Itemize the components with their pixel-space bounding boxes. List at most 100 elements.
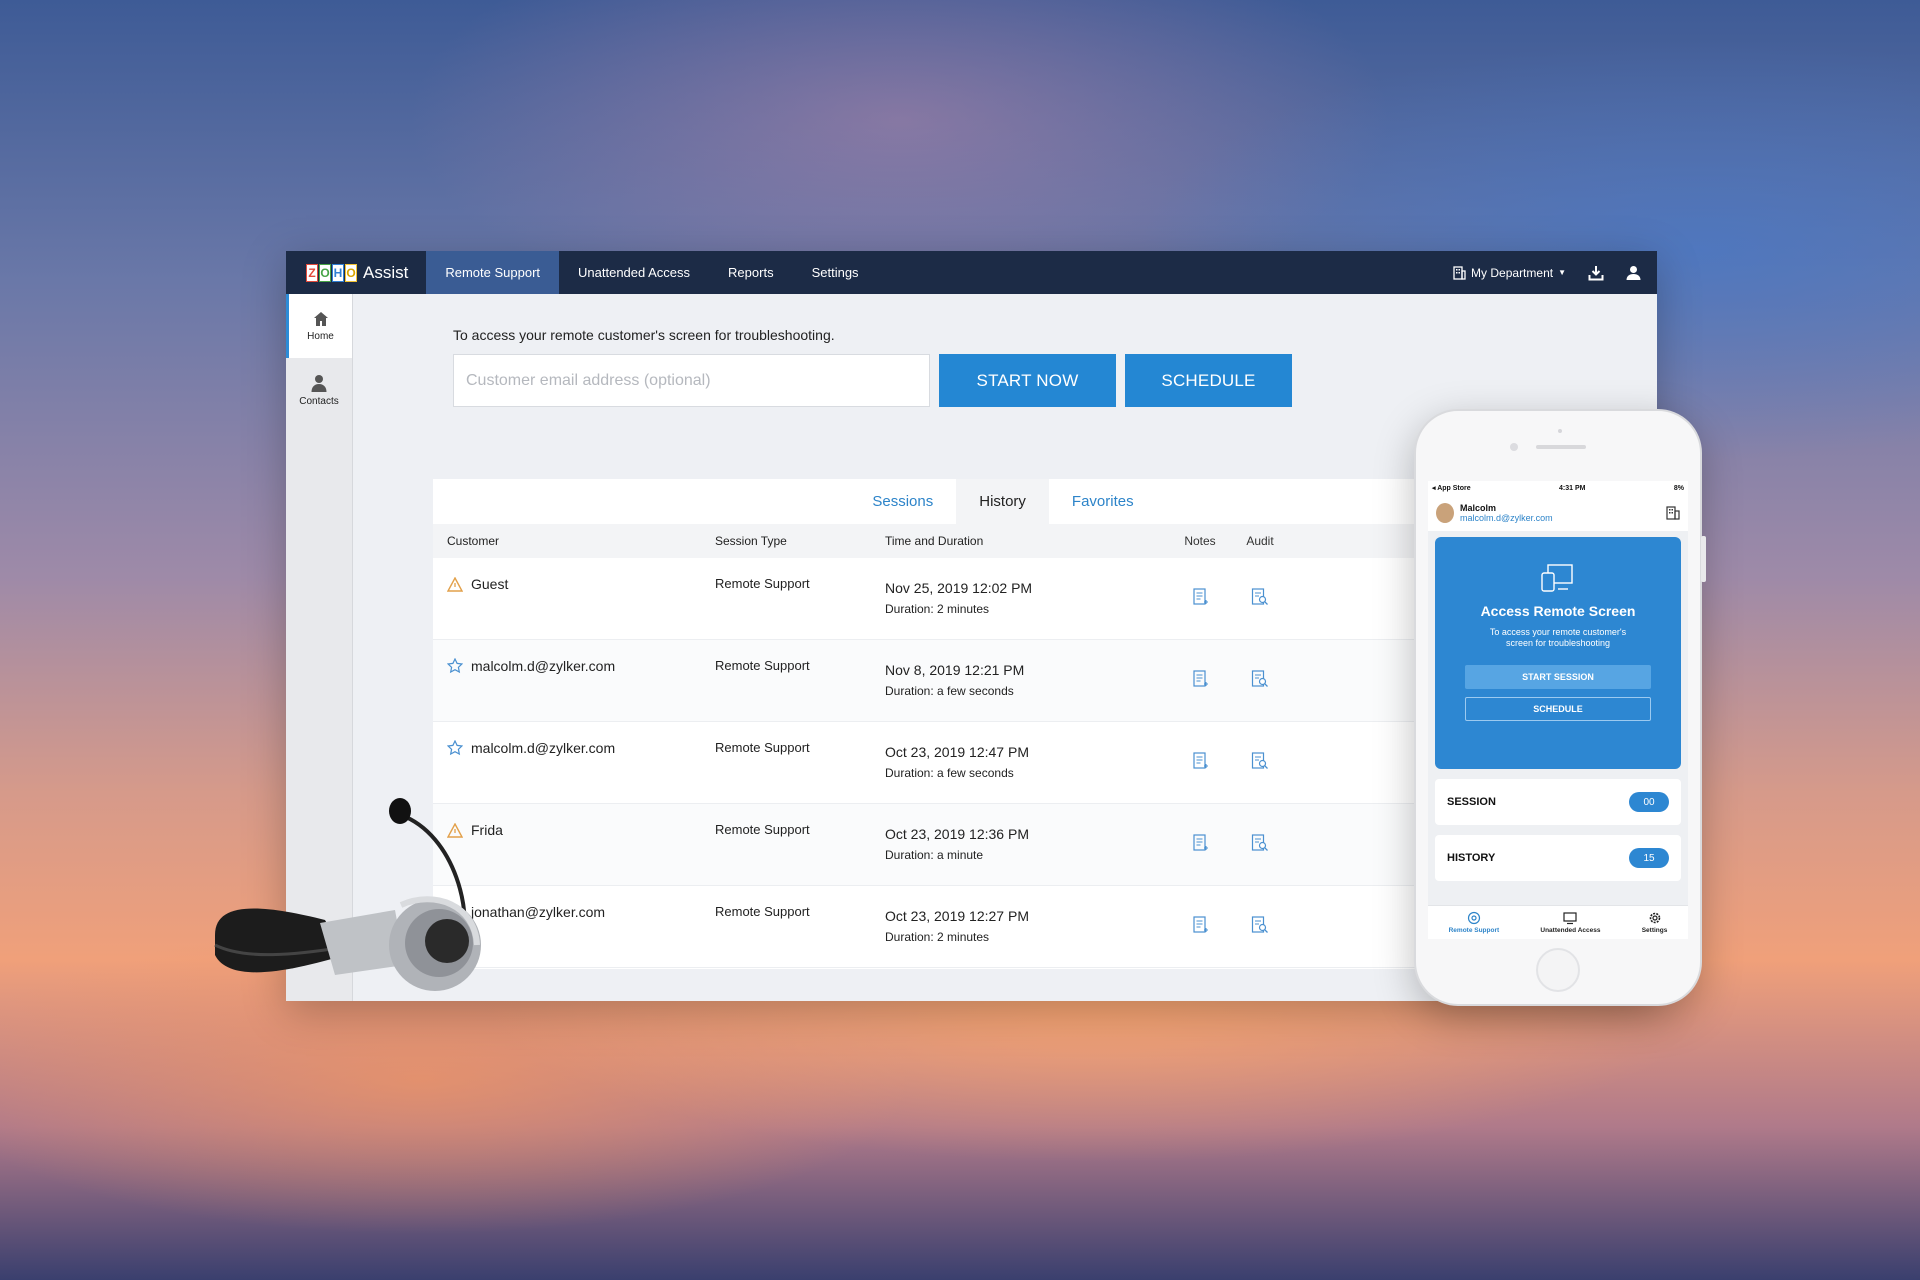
phone-tab-settings[interactable]: Settings xyxy=(1641,911,1668,934)
customer-name[interactable]: jonathan@zylker.com xyxy=(471,904,605,920)
table-row[interactable]: malcolm.d@zylker.com Remote Support Oct … xyxy=(433,722,1443,804)
phone-sensor xyxy=(1558,429,1562,433)
sidebar-item-contacts[interactable]: Contacts xyxy=(286,358,352,422)
phone-user-email: malcolm.d@zylker.com xyxy=(1460,513,1553,523)
sessions-panel: Sessions History Favorites Customer Sess… xyxy=(433,479,1443,969)
phone-tab-label: Settings xyxy=(1641,927,1668,934)
star-icon[interactable] xyxy=(447,740,463,756)
avatar[interactable] xyxy=(1436,503,1454,523)
phone-screen: ◂ App Store 4:31 PM 8% Malcolm malcolm.d… xyxy=(1428,481,1688,939)
nav-remote-support[interactable]: Remote Support xyxy=(426,251,560,294)
session-label: SESSION xyxy=(1447,796,1496,808)
notes-icon[interactable] xyxy=(1192,670,1208,688)
audit-icon[interactable] xyxy=(1251,670,1269,688)
notes-icon[interactable] xyxy=(1192,752,1208,770)
table-row[interactable]: Frida Remote Support Oct 23, 2019 12:36 … xyxy=(433,804,1443,886)
nav-reports[interactable]: Reports xyxy=(709,251,793,294)
top-nav-bar: Z O H O Assist Remote Support Unattended… xyxy=(286,251,1657,294)
sidebar-item-label: Home xyxy=(307,330,334,342)
table-row[interactable]: malcolm.d@zylker.com Remote Support Nov … xyxy=(433,640,1443,722)
schedule-button[interactable]: SCHEDULE xyxy=(1125,354,1292,407)
start-now-button[interactable]: START NOW xyxy=(939,354,1116,407)
customer-name[interactable]: Guest xyxy=(471,576,508,592)
warning-icon xyxy=(447,576,463,592)
phone-home-button[interactable] xyxy=(1536,948,1580,992)
session-duration: Duration: a few seconds xyxy=(885,766,1014,780)
phone-tab-unattended-access[interactable]: Unattended Access xyxy=(1540,911,1600,934)
audit-icon[interactable] xyxy=(1251,752,1269,770)
session-duration: Duration: a few seconds xyxy=(885,684,1014,698)
session-time: Oct 23, 2019 12:27 PM xyxy=(885,908,1029,924)
logo-letter: O xyxy=(345,263,357,282)
mobile-phone-mockup: ◂ App Store 4:31 PM 8% Malcolm malcolm.d… xyxy=(1414,409,1706,1006)
customer-email-input[interactable] xyxy=(453,354,930,407)
status-battery: 8% xyxy=(1673,484,1684,492)
customer-name[interactable]: malcolm.d@zylker.com xyxy=(471,740,615,756)
sidebar-item-label: Contacts xyxy=(299,395,339,407)
session-count-badge: 00 xyxy=(1629,792,1669,812)
logo-letter: O xyxy=(319,263,331,282)
history-count-badge: 15 xyxy=(1629,848,1669,868)
session-time: Oct 23, 2019 12:36 PM xyxy=(885,826,1029,842)
phone-tab-bar: Remote Support Unattended Access Setting… xyxy=(1428,905,1688,939)
session-time: Oct 23, 2019 12:47 PM xyxy=(885,744,1029,760)
download-icon[interactable] xyxy=(1588,265,1604,281)
session-duration: Duration: 2 minutes xyxy=(885,602,990,616)
notes-icon[interactable] xyxy=(1192,834,1208,852)
notes-icon[interactable] xyxy=(1192,916,1208,934)
sidebar-item-home[interactable]: Home xyxy=(286,294,352,358)
phone-status-bar: ◂ App Store 4:31 PM 8% xyxy=(1428,481,1688,495)
audit-icon[interactable] xyxy=(1251,588,1269,606)
chevron-down-icon: ▼ xyxy=(1558,268,1566,277)
history-summary[interactable]: HISTORY 15 xyxy=(1435,835,1681,881)
logo-text: Assist xyxy=(363,262,409,282)
audit-icon[interactable] xyxy=(1251,834,1269,852)
building-icon[interactable] xyxy=(1666,506,1680,520)
phone-user-name: Malcolm xyxy=(1460,503,1497,513)
session-type: Remote Support xyxy=(715,576,810,591)
nav-unattended-access[interactable]: Unattended Access xyxy=(559,251,709,294)
start-session-button[interactable]: START SESSION xyxy=(1465,665,1651,689)
status-time: 4:31 PM xyxy=(1559,484,1586,492)
phone-tab-remote-support[interactable]: Remote Support xyxy=(1448,911,1500,934)
logo-letter: Z xyxy=(306,263,318,282)
intro-text: To access your remote customer's screen … xyxy=(453,327,835,343)
table-row[interactable]: Guest Remote Support Nov 25, 2019 12:02 … xyxy=(433,558,1443,640)
customer-name[interactable]: malcolm.d@zylker.com xyxy=(471,658,615,674)
tab-sessions[interactable]: Sessions xyxy=(849,479,956,524)
department-selector[interactable]: My Department ▼ xyxy=(1453,266,1566,280)
phone-tab-label: Unattended Access xyxy=(1540,927,1601,934)
access-remote-screen-card: Access Remote Screen To access your remo… xyxy=(1435,537,1681,769)
zoho-logo-mark: Z O H O xyxy=(306,263,357,282)
session-type: Remote Support xyxy=(715,822,810,837)
phone-schedule-button[interactable]: SCHEDULE xyxy=(1465,697,1651,721)
home-icon xyxy=(313,311,328,326)
phone-user-header: Malcolm malcolm.d@zylker.com xyxy=(1428,495,1688,531)
phone-speaker xyxy=(1536,445,1586,449)
history-label: HISTORY xyxy=(1447,852,1496,864)
logo-letter: H xyxy=(332,263,344,282)
session-type: Remote Support xyxy=(715,740,810,755)
audit-icon[interactable] xyxy=(1251,916,1269,934)
session-time: Nov 25, 2019 12:02 PM xyxy=(885,580,1033,596)
column-header-notes: Notes xyxy=(1184,534,1216,548)
session-summary[interactable]: SESSION 00 xyxy=(1435,779,1681,825)
column-header-audit: Audit xyxy=(1246,534,1274,548)
session-duration: Duration: a minute xyxy=(885,848,984,862)
notes-icon[interactable] xyxy=(1192,588,1208,606)
star-icon[interactable] xyxy=(447,658,463,674)
department-label: My Department xyxy=(1471,265,1554,280)
session-duration: Duration: 2 minutes xyxy=(885,930,990,944)
nav-settings[interactable]: Settings xyxy=(793,251,878,294)
zoho-assist-logo[interactable]: Z O H O Assist xyxy=(286,251,426,294)
table-row[interactable]: jonathan@zylker.com Remote Support Oct 2… xyxy=(433,886,1443,968)
phone-camera xyxy=(1510,443,1518,451)
session-type: Remote Support xyxy=(715,658,810,673)
user-icon[interactable] xyxy=(1626,265,1641,280)
gear-icon xyxy=(1649,912,1660,924)
tab-history[interactable]: History xyxy=(956,479,1049,524)
tab-favorites[interactable]: Favorites xyxy=(1049,479,1157,524)
column-header-session-type: Session Type xyxy=(715,534,787,548)
phone-tab-label: Remote Support xyxy=(1448,927,1500,934)
column-header-time: Time and Duration xyxy=(885,534,984,548)
